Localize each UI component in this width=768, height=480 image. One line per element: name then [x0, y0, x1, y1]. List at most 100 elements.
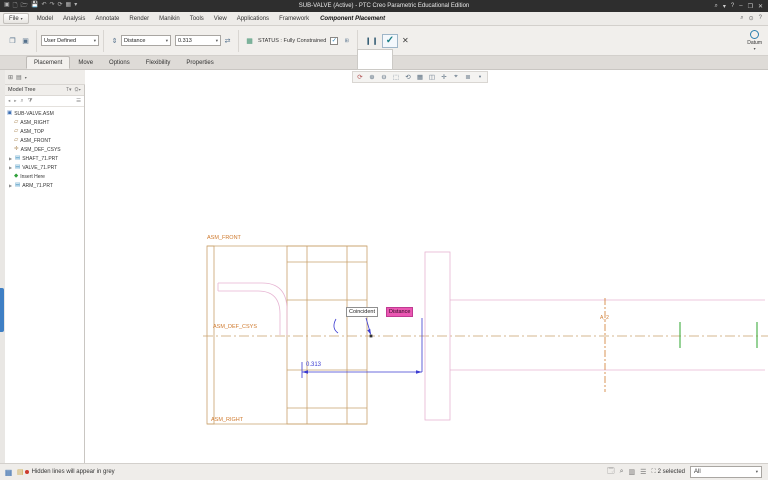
- chevron-down-icon[interactable]: ▾: [754, 46, 756, 51]
- saved-views-icon[interactable]: ⌖: [451, 72, 461, 82]
- tab-tools[interactable]: Tools: [185, 12, 209, 26]
- clipboard-icon[interactable]: ▥: [629, 468, 636, 476]
- navigator-caret-icon[interactable]: ▾: [25, 75, 27, 80]
- tab-annotate[interactable]: Annotate: [90, 12, 124, 26]
- zoom-fit-icon[interactable]: ⬚: [391, 72, 401, 82]
- resource-center-icon[interactable]: ⊙: [749, 15, 754, 22]
- subtab-flexibility[interactable]: Flexibility: [138, 56, 179, 69]
- tab-applications[interactable]: Applications: [232, 12, 274, 26]
- axis-label[interactable]: A_2: [600, 315, 609, 321]
- distance-dimension-value[interactable]: 0.313: [306, 362, 321, 368]
- expand-arrow-icon[interactable]: ▶: [8, 156, 13, 161]
- tree-search-icon[interactable]: ⌕: [21, 98, 24, 105]
- annotation-display-icon[interactable]: ≣: [463, 72, 473, 82]
- status-spinner-icon[interactable]: ⊞: [341, 35, 352, 46]
- tree-filter-icon[interactable]: ⧩: [28, 98, 33, 105]
- tree-item-asm-right[interactable]: ▱ ASM_RIGHT: [5, 118, 84, 127]
- tab-model[interactable]: Model: [32, 12, 58, 26]
- navigator-folder-icon[interactable]: ▤: [16, 74, 22, 81]
- offset-value-input[interactable]: 0.313 ▾: [175, 35, 221, 46]
- search-model-icon[interactable]: ⌕: [620, 468, 624, 476]
- navigator-toggle-icon[interactable]: ▦: [2, 466, 15, 479]
- tab-component-placement-active[interactable]: Component Placement: [314, 16, 391, 22]
- command-search-icon[interactable]: ⌕: [740, 15, 743, 22]
- subtab-properties[interactable]: Properties: [178, 56, 221, 69]
- tree-item-root[interactable]: ▣ SUB-VALVE.ASM: [5, 109, 84, 118]
- datum-label-asm-front[interactable]: ASM_FRONT: [207, 235, 241, 241]
- constraint-point-handle[interactable]: [369, 334, 373, 338]
- tree-forward-icon[interactable]: ▸: [14, 98, 16, 104]
- collapsed-panel-tab[interactable]: [0, 288, 4, 332]
- file-menu-button[interactable]: File ▾: [3, 13, 29, 24]
- redo-icon[interactable]: ↷: [49, 1, 54, 11]
- tree-filters-icon[interactable]: T▾: [66, 87, 72, 93]
- subtab-move[interactable]: Move: [70, 56, 101, 69]
- show-component-in-main-window-icon[interactable]: ▣: [20, 35, 31, 46]
- zoom-in-icon[interactable]: ⊕: [367, 72, 377, 82]
- constraint-type-combobox[interactable]: Distance ▾: [121, 35, 171, 46]
- model-tree-search-row: ◂ ▸ ⌕ ⧩ ☰: [5, 96, 84, 107]
- tree-settings-icon[interactable]: ⛭▾: [75, 87, 81, 93]
- maximize-icon[interactable]: ❐: [748, 3, 753, 10]
- datum-label-asm-right[interactable]: ASM_RIGHT: [211, 417, 243, 423]
- expand-arrow-icon[interactable]: ▶: [8, 183, 13, 188]
- tree-item-asm-front[interactable]: ▱ ASM_FRONT: [5, 136, 84, 145]
- refit-icon[interactable]: ⟳: [355, 72, 365, 82]
- subtab-placement[interactable]: Placement: [26, 56, 71, 69]
- tree-item-shaft[interactable]: ▶ ▤ SHAFT_71.PRT: [5, 154, 84, 163]
- minimize-icon[interactable]: –: [739, 3, 742, 10]
- save-icon[interactable]: 💾: [31, 1, 38, 11]
- graphics-area[interactable]: [85, 70, 768, 463]
- navigator-tree-icon[interactable]: ⊞: [8, 74, 13, 81]
- tree-item-asm-def-csys[interactable]: ✛ ASM_DEF_CSYS: [5, 145, 84, 154]
- select-tools-icon[interactable]: ☰: [640, 468, 646, 476]
- datum-plane-tool-icon[interactable]: [750, 30, 760, 39]
- open-file-icon[interactable]: 🗁: [21, 1, 28, 11]
- window-icon[interactable]: ▦: [66, 1, 72, 11]
- datum-label-asm-def-csys[interactable]: ASM_DEF_CSYS: [213, 324, 257, 330]
- message-log-icon[interactable]: ▤: [17, 468, 24, 476]
- display-style-icon[interactable]: ▦: [415, 72, 425, 82]
- tab-view[interactable]: View: [209, 12, 232, 26]
- pause-button[interactable]: ❙❙: [365, 37, 379, 45]
- zoom-out-icon[interactable]: ⊖: [379, 72, 389, 82]
- tree-back-icon[interactable]: ◂: [8, 98, 10, 104]
- distance-dimension-graphics[interactable]: [301, 317, 423, 378]
- spin-center-icon[interactable]: ✛: [439, 72, 449, 82]
- cad-viewport[interactable]: [85, 70, 768, 463]
- distance-constraint-tag[interactable]: Distance: [386, 307, 414, 317]
- regenerate-icon[interactable]: ⟳: [58, 1, 63, 11]
- tree-list-icon[interactable]: ☰: [76, 98, 81, 104]
- help-icon[interactable]: ?: [731, 3, 734, 10]
- tab-render[interactable]: Render: [124, 12, 154, 26]
- subtab-options[interactable]: Options: [101, 56, 138, 69]
- cancel-button[interactable]: ✕: [402, 36, 409, 45]
- help-center-icon[interactable]: ?: [759, 15, 762, 22]
- expand-arrow-icon[interactable]: ▶: [8, 165, 13, 170]
- graphics-toolbar-caret-icon[interactable]: ▾: [475, 72, 485, 82]
- tree-item-insert-here[interactable]: ◆ Insert Here: [5, 172, 84, 181]
- close-icon[interactable]: ✕: [758, 3, 763, 10]
- tab-framework[interactable]: Framework: [274, 12, 314, 26]
- undo-icon[interactable]: ↶: [41, 1, 46, 11]
- model-regen-icon[interactable]: 🗔: [607, 467, 615, 478]
- allow-assumptions-checkbox[interactable]: ✓: [330, 36, 339, 45]
- new-file-icon[interactable]: 🗋: [13, 1, 18, 11]
- selection-filter-combobox[interactable]: All ▾: [690, 466, 762, 478]
- tree-item-valve[interactable]: ▶ ▤ VALVE_71.PRT: [5, 163, 84, 172]
- selected-reference-highlights[interactable]: [679, 322, 758, 348]
- search-caret-icon[interactable]: ▾: [723, 3, 726, 10]
- datum-display-icon[interactable]: ◫: [427, 72, 437, 82]
- search-icon[interactable]: ⌕: [715, 3, 718, 10]
- tab-manikin[interactable]: Manikin: [154, 12, 185, 26]
- tab-analysis[interactable]: Analysis: [58, 12, 90, 26]
- quick-access-caret-icon[interactable]: ▾: [74, 1, 77, 11]
- coincident-constraint-tag[interactable]: Coincident: [346, 307, 378, 317]
- repaint-icon[interactable]: ⟲: [403, 72, 413, 82]
- show-component-in-separate-window-icon[interactable]: ❐: [7, 35, 18, 46]
- constraint-set-combobox[interactable]: User Defined ▾: [41, 35, 99, 46]
- tree-item-asm-top[interactable]: ▱ ASM_TOP: [5, 127, 84, 136]
- flip-constraint-icon[interactable]: ⇄: [222, 35, 233, 46]
- accept-button[interactable]: ✓: [382, 33, 398, 48]
- tree-item-arm[interactable]: ▶ ▤ ARM_71.PRT: [5, 181, 84, 190]
